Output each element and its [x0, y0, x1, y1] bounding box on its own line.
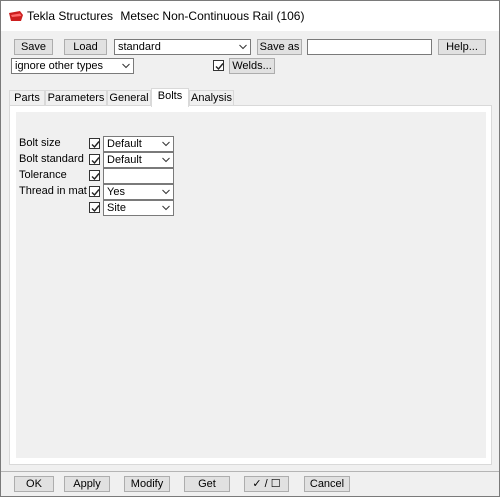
chevron-down-icon: [122, 63, 130, 69]
chevron-down-icon: [162, 141, 170, 147]
chevron-down-icon: [162, 157, 170, 163]
tolerance-label: Tolerance: [19, 169, 67, 181]
get-button[interactable]: Get: [184, 476, 230, 492]
dialog-title: Metsec Non-Continuous Rail (106): [120, 9, 305, 23]
thread-in-mat-label: Thread in mat: [19, 185, 87, 197]
toggle-all-button[interactable]: ✓ / ☐: [244, 476, 289, 492]
welds-checkbox[interactable]: [213, 60, 224, 71]
bolt-type-checkbox[interactable]: [89, 202, 100, 213]
thread-in-mat-combo[interactable]: Yes: [103, 184, 174, 200]
window-title: Tekla Structures Metsec Non-Continuous R…: [27, 9, 308, 23]
checkmark-icon: [91, 157, 100, 165]
save-button[interactable]: Save: [14, 39, 53, 55]
load-button[interactable]: Load: [64, 39, 107, 55]
preset-value: standard: [118, 41, 161, 53]
tab-analysis[interactable]: Analysis: [189, 90, 234, 106]
save-as-name-input[interactable]: [307, 39, 432, 55]
preset-combo[interactable]: standard: [114, 39, 251, 55]
tolerance-checkbox[interactable]: [89, 170, 100, 181]
app-name: Tekla Structures: [27, 9, 114, 23]
bolt-size-value: Default: [107, 138, 142, 150]
tab-parameters[interactable]: Parameters: [45, 90, 107, 106]
bolts-panel-body: Bolt size Default Bolt standard Default …: [16, 112, 486, 458]
thread-in-mat-value: Yes: [107, 186, 125, 198]
tolerance-input[interactable]: [103, 168, 174, 184]
chevron-down-icon: [162, 205, 170, 211]
tab-parts[interactable]: Parts: [9, 90, 45, 106]
bolt-standard-checkbox[interactable]: [89, 154, 100, 165]
checkmark-icon: [91, 141, 100, 149]
checkmark-icon: [91, 173, 100, 181]
chevron-down-icon: [162, 189, 170, 195]
bolt-standard-value: Default: [107, 154, 142, 166]
tekla-app-icon: [9, 11, 23, 21]
cancel-button[interactable]: Cancel: [304, 476, 350, 492]
chevron-down-icon: [239, 44, 247, 50]
apply-button[interactable]: Apply: [64, 476, 110, 492]
title-bar: Tekla Structures Metsec Non-Continuous R…: [1, 1, 499, 31]
bolt-size-checkbox[interactable]: [89, 138, 100, 149]
modify-button[interactable]: Modify: [124, 476, 170, 492]
filter-value: ignore other types: [15, 60, 104, 72]
bolt-type-combo[interactable]: Site: [103, 200, 174, 216]
bolt-size-combo[interactable]: Default: [103, 136, 174, 152]
tab-general[interactable]: General: [107, 90, 151, 106]
bolts-panel: Bolt size Default Bolt standard Default …: [9, 105, 492, 465]
save-as-button[interactable]: Save as: [257, 39, 302, 55]
bolt-size-label: Bolt size: [19, 137, 61, 149]
thread-in-mat-checkbox[interactable]: [89, 186, 100, 197]
filter-combo[interactable]: ignore other types: [11, 58, 134, 74]
bolt-type-value: Site: [107, 202, 126, 214]
ok-button[interactable]: OK: [14, 476, 54, 492]
dialog-window: Tekla Structures Metsec Non-Continuous R…: [0, 0, 500, 497]
checkmark-icon: [91, 205, 100, 213]
welds-button[interactable]: Welds...: [229, 58, 275, 74]
footer-separator: [1, 471, 499, 472]
bolt-standard-label: Bolt standard: [19, 153, 84, 165]
bolt-standard-combo[interactable]: Default: [103, 152, 174, 168]
checkmark-icon: [215, 63, 224, 71]
checkmark-icon: [91, 189, 100, 197]
tab-bolts[interactable]: Bolts: [151, 88, 189, 107]
help-button[interactable]: Help...: [438, 39, 486, 55]
